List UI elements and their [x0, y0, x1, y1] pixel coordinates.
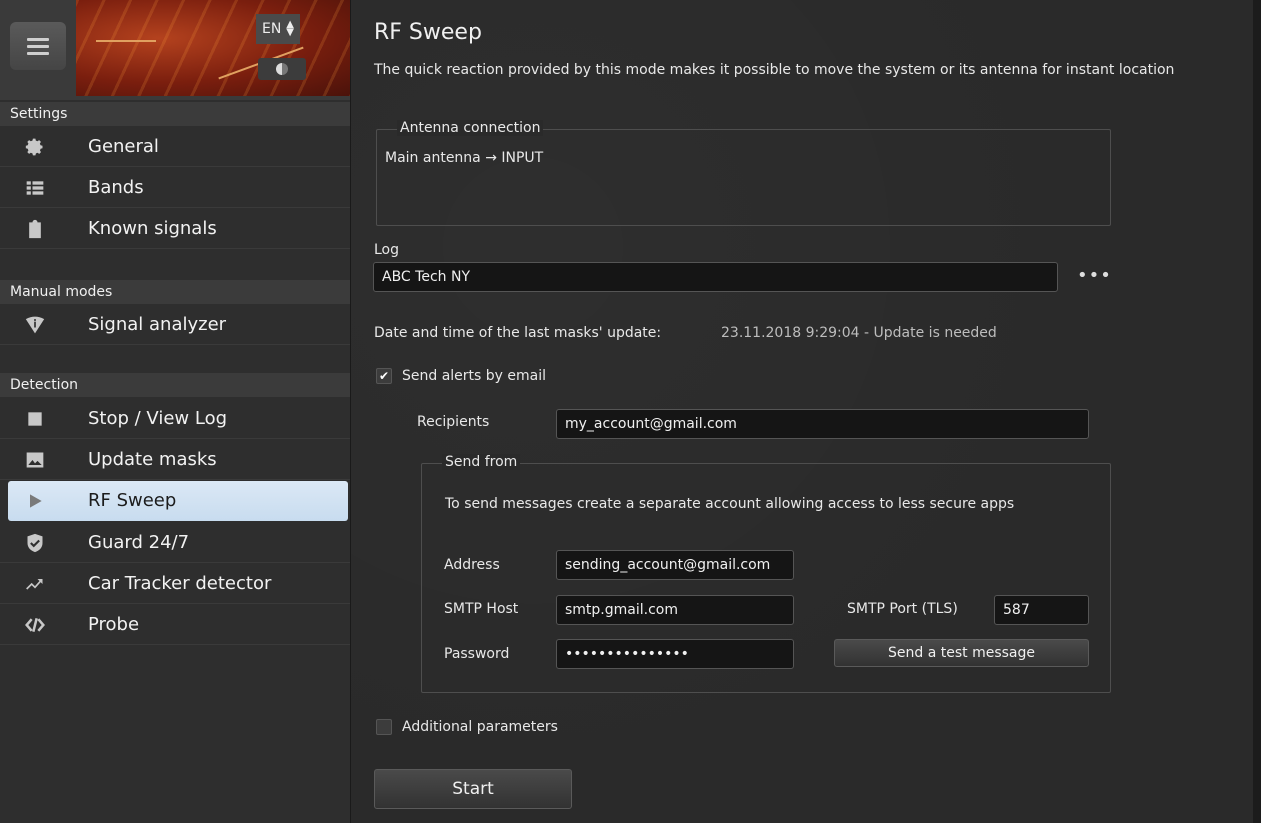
sidebar-item-known-signals[interactable]: Known signals: [0, 209, 350, 249]
gear-icon: [25, 138, 43, 156]
antenna-connection-legend: Antenna connection: [397, 120, 544, 136]
smtp-port-label: SMTP Port (TLS): [847, 601, 958, 617]
smtp-host-label: SMTP Host: [444, 601, 519, 617]
start-button[interactable]: Start: [374, 769, 572, 809]
sidebar-item-probe[interactable]: Probe: [0, 605, 350, 645]
section-manual-modes: Manual modes: [0, 280, 350, 304]
main-panel: RF Sweep The quick reaction provided by …: [351, 0, 1261, 823]
section-settings: Settings: [0, 102, 350, 126]
code-icon: [25, 618, 45, 632]
section-detection: Detection: [0, 373, 350, 397]
sidebar-item-label: Update masks: [88, 449, 217, 470]
sidebar-item-bands[interactable]: Bands: [0, 168, 350, 208]
recipients-label: Recipients: [417, 414, 490, 430]
sidebar-item-label: Guard 24/7: [88, 532, 190, 553]
trend-icon: [26, 579, 43, 590]
scrollbar-track[interactable]: [1253, 0, 1261, 823]
more-options-button[interactable]: •••: [1077, 265, 1112, 286]
address-label: Address: [444, 557, 500, 573]
image-icon: [26, 452, 44, 468]
hamburger-menu-icon[interactable]: [10, 22, 66, 70]
list-icon: [26, 181, 44, 195]
password-input[interactable]: •••••••••••••••: [556, 639, 794, 669]
sidebar-header: EN ▲ ▼: [0, 0, 350, 100]
sidebar-item-label: RF Sweep: [88, 490, 177, 511]
shield-check-icon: [27, 533, 43, 553]
language-value: EN: [262, 21, 282, 37]
send-from-legend: Send from: [442, 454, 521, 470]
signal-icon: [25, 316, 45, 334]
send-from-hint: To send messages create a separate accou…: [445, 496, 1015, 512]
sidebar-item-update-masks[interactable]: Update masks: [0, 440, 350, 480]
antenna-connection-group: Antenna connection Main antenna → INPUT: [376, 120, 1111, 226]
sidebar-item-label: Stop / View Log: [88, 408, 228, 429]
send-test-message-button[interactable]: Send a test message: [834, 639, 1089, 667]
sidebar-item-car-tracker-detector[interactable]: Car Tracker detector: [0, 564, 350, 604]
circuit-banner-image: [76, 0, 350, 96]
password-label: Password: [444, 646, 510, 662]
recipients-input[interactable]: my_account@gmail.com: [556, 409, 1089, 439]
theme-toggle-button[interactable]: [258, 58, 306, 80]
masks-update-label: Date and time of the last masks' update:: [374, 325, 662, 341]
sidebar-item-general[interactable]: General: [0, 127, 350, 167]
log-label: Log: [374, 242, 400, 258]
stop-icon: [28, 412, 42, 426]
updown-arrows-icon: ▲ ▼: [286, 19, 294, 38]
contrast-icon: [276, 63, 288, 75]
sidebar-item-label: Probe: [88, 614, 140, 635]
sidebar-item-rf-sweep[interactable]: RF Sweep: [8, 481, 348, 521]
address-input[interactable]: sending_account@gmail.com: [556, 550, 794, 580]
play-icon: [30, 494, 42, 508]
sidebar-item-label: General: [88, 136, 159, 157]
sidebar-item-label: Signal analyzer: [88, 314, 227, 335]
sidebar-item-label: Bands: [88, 177, 144, 198]
sidebar-item-signal-analyzer[interactable]: Signal analyzer: [0, 305, 350, 345]
smtp-port-input[interactable]: 587: [994, 595, 1089, 625]
send-alerts-label: Send alerts by email: [402, 368, 547, 384]
masks-update-value: 23.11.2018 9:29:04 - Update is needed: [721, 325, 997, 341]
smtp-host-input[interactable]: smtp.gmail.com: [556, 595, 794, 625]
clipboard-icon: [29, 219, 41, 239]
page-title: RF Sweep: [374, 20, 482, 45]
sidebar: EN ▲ ▼ Settings General Bands Known signa…: [0, 0, 351, 823]
page-description: The quick reaction provided by this mode…: [374, 62, 1175, 78]
sidebar-item-label: Known signals: [88, 218, 217, 239]
sidebar-item-stop-view-log[interactable]: Stop / View Log: [0, 399, 350, 439]
log-field[interactable]: ABC Tech NY: [373, 262, 1058, 292]
sidebar-item-guard-24-7[interactable]: Guard 24/7: [0, 523, 350, 563]
language-select[interactable]: EN ▲ ▼: [256, 14, 300, 44]
antenna-connection-text: Main antenna → INPUT: [385, 150, 544, 166]
additional-parameters-checkbox[interactable]: [376, 719, 392, 735]
additional-parameters-label: Additional parameters: [402, 719, 558, 735]
send-alerts-checkbox[interactable]: ✔: [376, 368, 392, 384]
sidebar-item-label: Car Tracker detector: [88, 573, 272, 594]
